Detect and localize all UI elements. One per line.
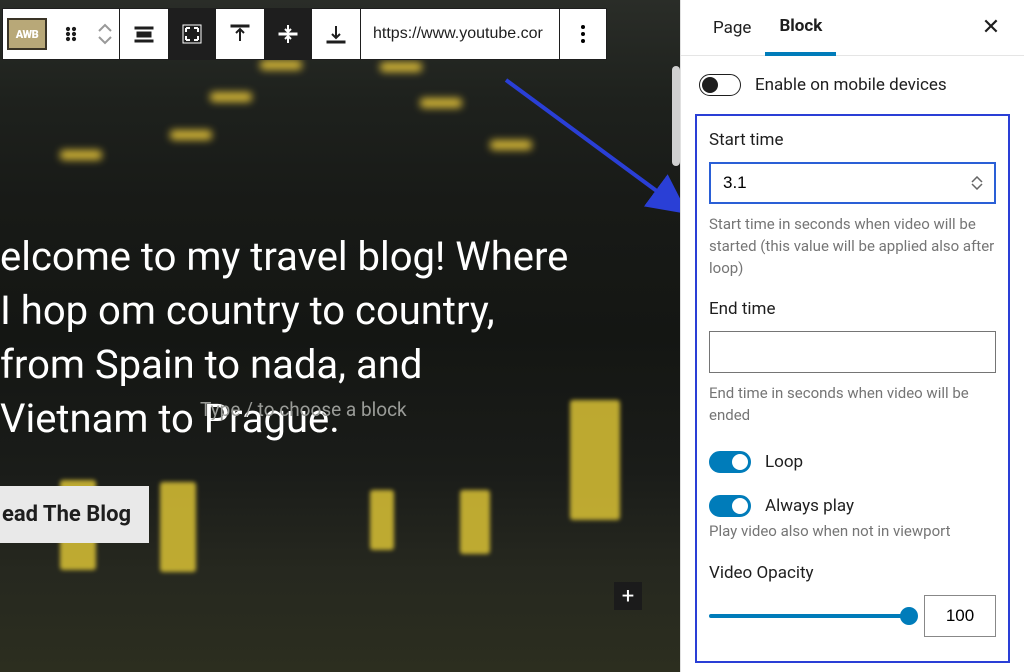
fullscreen-button[interactable] bbox=[168, 9, 216, 59]
align-top-button[interactable] bbox=[216, 9, 264, 59]
number-stepper-icon[interactable] bbox=[970, 172, 988, 194]
empty-block-placeholder[interactable]: Type / to choose a block bbox=[200, 398, 407, 421]
video-opacity-value[interactable] bbox=[924, 595, 996, 637]
drag-handle-icon[interactable] bbox=[51, 9, 91, 59]
video-opacity-label: Video Opacity bbox=[709, 563, 996, 583]
always-play-row: Always play bbox=[709, 491, 996, 523]
loop-row: Loop bbox=[709, 447, 996, 491]
tab-page[interactable]: Page bbox=[699, 0, 765, 56]
always-play-help: Play video also when not in viewport bbox=[709, 521, 996, 543]
always-play-label: Always play bbox=[765, 496, 854, 516]
awb-block-icon: AWB bbox=[7, 18, 47, 50]
start-time-input[interactable] bbox=[709, 162, 996, 204]
video-opacity-field: Video Opacity bbox=[709, 563, 996, 637]
video-url-input[interactable] bbox=[361, 9, 559, 59]
add-block-button[interactable]: + bbox=[614, 582, 642, 610]
read-blog-button[interactable]: ead The Blog bbox=[0, 486, 149, 543]
chevron-up-icon bbox=[97, 22, 113, 34]
settings-sidebar: Page Block ✕ Enable on mobile devices St… bbox=[680, 0, 1024, 672]
highlighted-settings: Start time Start time in seconds when vi… bbox=[695, 114, 1010, 663]
end-time-input[interactable] bbox=[709, 331, 996, 373]
loop-label: Loop bbox=[765, 452, 803, 472]
close-icon: ✕ bbox=[982, 15, 1000, 40]
close-panel-button[interactable]: ✕ bbox=[976, 15, 1006, 40]
more-options-button[interactable] bbox=[560, 9, 606, 59]
video-opacity-slider[interactable] bbox=[709, 614, 910, 618]
align-button[interactable] bbox=[120, 9, 168, 59]
align-middle-button[interactable] bbox=[264, 9, 312, 59]
end-time-label: End time bbox=[709, 299, 996, 319]
block-toolbar: AWB bbox=[2, 8, 607, 60]
start-time-help: Start time in seconds when video will be… bbox=[709, 214, 996, 279]
enable-mobile-toggle[interactable] bbox=[699, 74, 741, 96]
move-up-down[interactable] bbox=[91, 22, 119, 46]
loop-toggle[interactable] bbox=[709, 451, 751, 473]
block-type-button[interactable]: AWB bbox=[3, 9, 51, 59]
scrollbar[interactable] bbox=[672, 66, 680, 166]
start-time-field: Start time Start time in seconds when vi… bbox=[709, 130, 996, 279]
end-time-help: End time in seconds when video will be e… bbox=[709, 383, 996, 427]
tab-block[interactable]: Block bbox=[765, 0, 836, 56]
annotation-arrow bbox=[504, 78, 680, 228]
end-time-field: End time End time in seconds when video … bbox=[709, 299, 996, 427]
start-time-label: Start time bbox=[709, 130, 996, 150]
kebab-icon bbox=[573, 22, 593, 46]
enable-mobile-label: Enable on mobile devices bbox=[755, 75, 947, 95]
sidebar-tabs: Page Block ✕ bbox=[681, 0, 1024, 56]
slider-thumb-icon[interactable] bbox=[900, 607, 918, 625]
chevron-down-icon bbox=[97, 34, 113, 46]
plus-icon: + bbox=[622, 584, 634, 609]
align-bottom-button[interactable] bbox=[312, 9, 360, 59]
editor-canvas: AWB bbox=[0, 0, 680, 672]
sidebar-body: Enable on mobile devices Start time Star… bbox=[681, 56, 1024, 672]
always-play-toggle[interactable] bbox=[709, 495, 751, 517]
enable-mobile-row: Enable on mobile devices bbox=[699, 70, 1006, 114]
